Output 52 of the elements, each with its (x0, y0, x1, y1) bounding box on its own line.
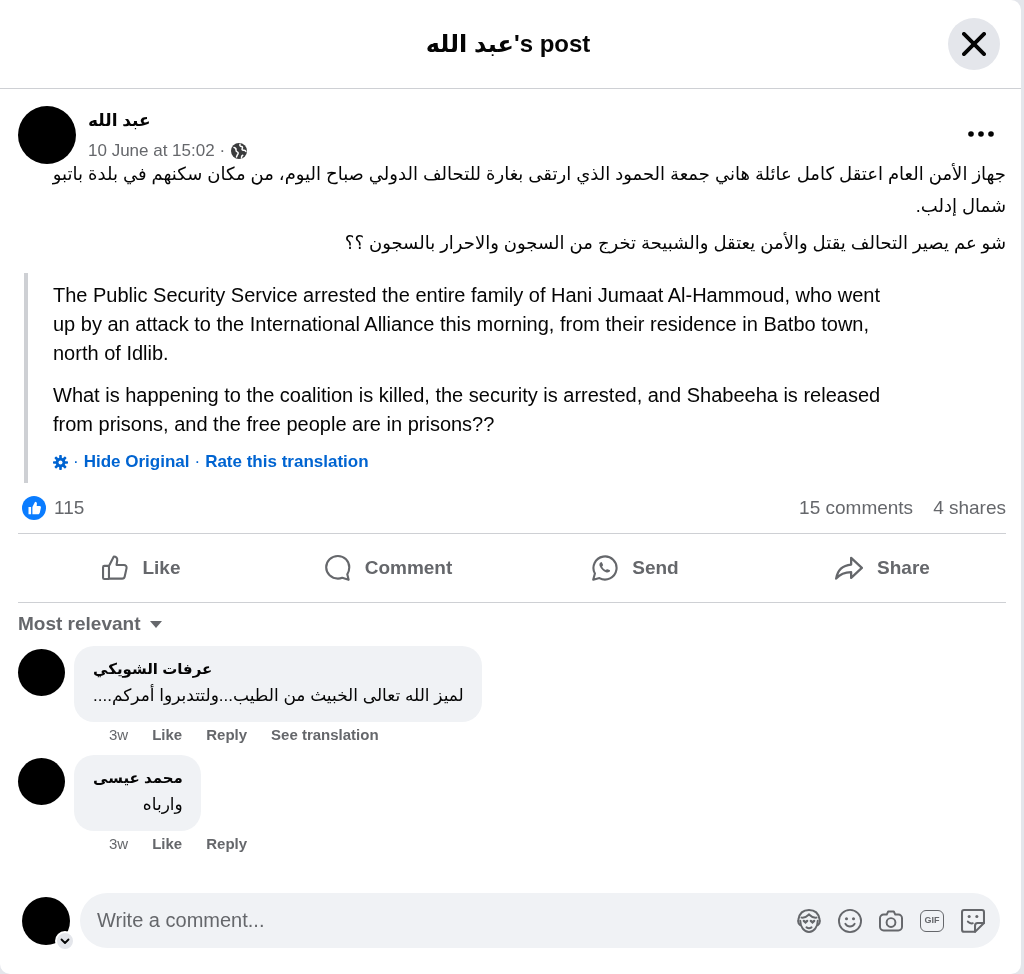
chevron-down-icon[interactable] (55, 930, 75, 951)
middle-dot-separator: · (73, 451, 79, 473)
reaction-count[interactable]: 115 (54, 497, 85, 519)
post-timestamp[interactable]: 10 June at 15:02 · (88, 140, 226, 162)
commenter-avatar[interactable] (18, 758, 65, 805)
translated-text: The Public Security Service arrested the entire family of Hani Jumaat Al-Hammoud, who went up by an attack to the International Alliance this morning, from their residence in Batbo town, north of Idlib. (53, 283, 882, 366)
comment-input-field[interactable]: Write a comment... GIF (80, 893, 1000, 948)
comment-text: لميز الله تعالى الخبيث من الطيب...ولتتدبروا أمركم.... (93, 683, 464, 707)
post-text: جهاز الأمن العام اعتقل كامل عائلة هاني جمعة الحمود الذي ارتقى بغارة للتحالف الدولي صباح اليوم، من مكان سكنهم في بلدة باتبو شمال إدلب. (51, 162, 1006, 218)
comment-action-link[interactable]: See translation (271, 725, 379, 745)
dialog-title: عبد الله's post (425, 29, 591, 59)
translation-link[interactable]: Hide Original (83, 451, 190, 473)
post-text: شو عم يصير التحالف يقتل والأمن يعتقل والشبيحة تخرج من السجون والاحرار بالسجون ؟؟ (343, 231, 1006, 256)
translation-link[interactable]: Rate this translation (205, 451, 369, 473)
author-name[interactable]: عبد الله (88, 110, 248, 132)
sort-dropdown[interactable]: Most relevant (18, 613, 163, 635)
middle-dot-separator: · (194, 451, 201, 473)
gif-button[interactable]: GIF (920, 909, 944, 932)
close-icon (962, 32, 986, 56)
close-button[interactable] (948, 18, 1000, 70)
avatar-face-icon[interactable] (797, 908, 821, 933)
smiley-icon[interactable] (838, 908, 862, 933)
comment-button[interactable]: Comment (269, 542, 508, 594)
camera-icon[interactable] (879, 909, 903, 932)
translated-text: What is happening to the coalition is killed, the security is arrested, and Shabeeha is released from prisons, and the free people are in prisons?? (53, 383, 882, 437)
thumbs-up-icon (102, 555, 129, 581)
share-button[interactable]: Share (763, 542, 1002, 594)
send-button[interactable]: Send (516, 542, 755, 594)
comment-action-link[interactable]: Like (152, 725, 183, 745)
settings-icon[interactable] (53, 454, 68, 470)
commenter-name[interactable]: محمد عيسى (93, 768, 183, 788)
comments-count[interactable]: 15 comments (799, 497, 914, 519)
caret-down-icon (150, 620, 163, 628)
share-arrow-icon (835, 555, 864, 581)
speech-bubble-icon (324, 555, 351, 581)
comment-action-link[interactable]: Reply (206, 725, 248, 745)
comment-action-link[interactable]: Reply (206, 834, 248, 854)
sticker-icon[interactable] (961, 908, 985, 933)
comment-text: وارباه (141, 794, 183, 816)
globe-icon (231, 143, 248, 159)
like-button[interactable]: Like (22, 542, 261, 594)
author-avatar[interactable] (18, 106, 76, 164)
comment-action-link[interactable]: Like (152, 834, 183, 854)
like-reaction-icon[interactable] (22, 496, 46, 520)
commenter-name[interactable]: عرفات الشويكي (93, 659, 464, 679)
chat-phone-icon (592, 555, 619, 581)
comment-time[interactable]: 3w (109, 834, 129, 854)
shares-count[interactable]: 4 shares (933, 497, 1006, 519)
commenter-avatar[interactable] (18, 649, 65, 696)
more-options-icon[interactable] (968, 131, 994, 137)
comment-time[interactable]: 3w (109, 725, 129, 745)
user-avatar[interactable] (22, 896, 70, 945)
